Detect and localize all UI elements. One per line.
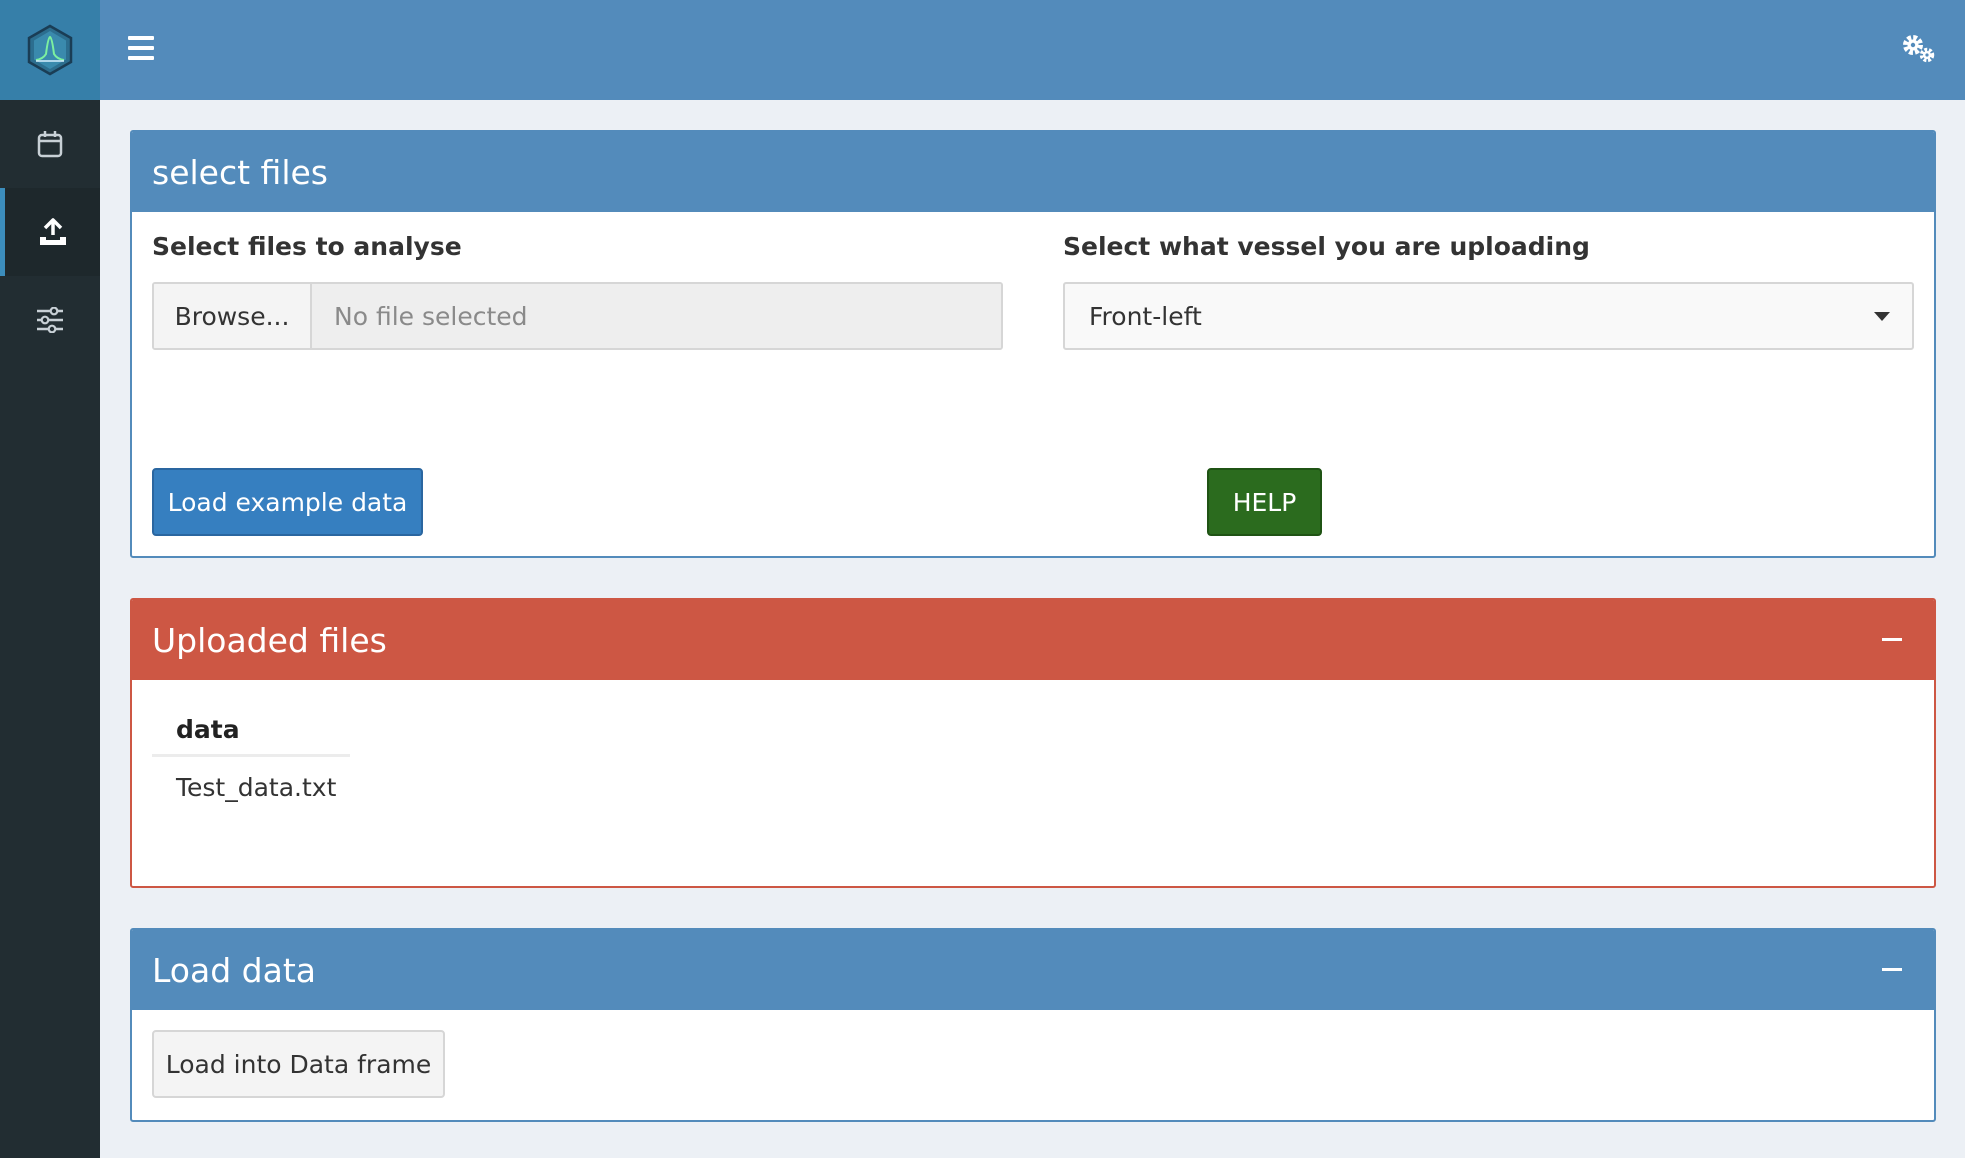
panel-title: Uploaded files (152, 620, 387, 660)
collapse-minus-icon[interactable] (1882, 968, 1902, 971)
panel-title: select files (152, 152, 328, 192)
content-area: select files Select files to analyse Bro… (100, 100, 1965, 1158)
gears-icon[interactable] (1901, 33, 1937, 65)
load-data-panel: Load data Load into Data frame (130, 928, 1936, 1122)
vessel-select[interactable]: Front-left (1063, 282, 1914, 350)
collapse-minus-icon[interactable] (1882, 638, 1902, 641)
files-label: Select files to analyse (152, 232, 462, 261)
file-name-field[interactable]: No file selected (312, 284, 1001, 348)
table-header-data: data (152, 715, 350, 757)
panel-title: Load data (152, 950, 316, 990)
vessel-selected-value: Front-left (1089, 301, 1202, 331)
logo[interactable] (0, 0, 100, 100)
file-input[interactable]: Browse... No file selected (152, 282, 1003, 350)
load-example-button[interactable]: Load example data (152, 468, 423, 536)
vessel-label: Select what vessel you are uploading (1063, 232, 1590, 261)
select-files-header: select files (132, 132, 1934, 212)
sidebar-item-upload[interactable] (0, 188, 100, 276)
sidebar-item-settings[interactable] (0, 276, 100, 364)
calendar-icon (37, 131, 63, 158)
load-data-header: Load data (132, 930, 1934, 1010)
top-navbar (100, 0, 1965, 100)
browse-button[interactable]: Browse... (154, 284, 312, 348)
hamburger-icon[interactable] (128, 36, 154, 60)
load-into-dataframe-button[interactable]: Load into Data frame (152, 1030, 445, 1098)
sliders-icon (37, 307, 63, 333)
table-row: Test_data.txt (176, 773, 337, 802)
uploaded-files-table: data Test_data.txt (152, 715, 350, 817)
sidebar-item-calendar[interactable] (0, 100, 100, 188)
select-files-panel: select files Select files to analyse Bro… (130, 130, 1936, 558)
hexagon-chromatogram-logo (27, 24, 73, 76)
sidebar (0, 0, 100, 1158)
uploaded-files-header: Uploaded files (132, 600, 1934, 680)
window-edge (1965, 0, 1970, 1158)
upload-icon (39, 218, 66, 245)
uploaded-files-panel: Uploaded files data Test_data.txt (130, 598, 1936, 888)
help-button[interactable]: HELP (1207, 468, 1322, 536)
caret-down-icon (1874, 312, 1890, 321)
